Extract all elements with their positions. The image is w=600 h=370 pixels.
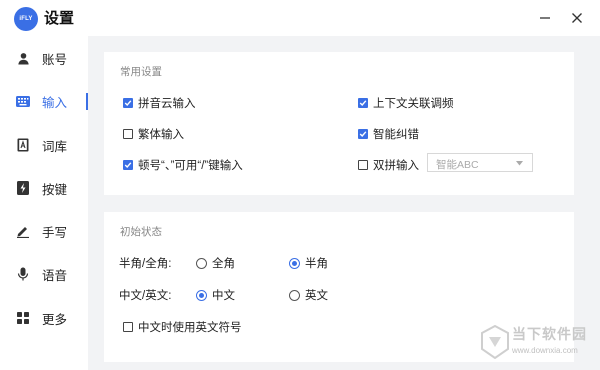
sidebar-item-label: 手写 xyxy=(42,225,68,240)
radio-dot[interactable] xyxy=(196,257,207,269)
checkbox-label: 繁体输入 xyxy=(138,129,184,141)
pen-icon xyxy=(16,224,30,238)
user-icon xyxy=(16,51,30,65)
pinyin-cloud-checkbox[interactable]: 拼音云输入 xyxy=(123,95,196,111)
checkbox-box[interactable] xyxy=(123,160,133,170)
language-mode-label: 中文/英文: xyxy=(119,290,172,302)
checkmark-icon xyxy=(124,100,132,107)
section-title: 常用设置 xyxy=(120,66,162,78)
checkbox-box[interactable] xyxy=(358,98,368,108)
sidebar-item-label: 按键 xyxy=(42,182,68,197)
sidebar-item-label: 词库 xyxy=(42,139,68,154)
radio-dot[interactable] xyxy=(196,289,207,301)
checkbox-label: 中文时使用英文符号 xyxy=(138,322,242,334)
watermark-logo xyxy=(481,325,509,359)
sidebar-item-label: 语音 xyxy=(42,268,68,283)
watermark-url: www.downxia.com xyxy=(512,346,578,355)
sidebar-item-label: 输入 xyxy=(42,95,68,110)
traditional-checkbox[interactable]: 繁体输入 xyxy=(123,126,184,142)
punctuation-checkbox[interactable]: 顿号“、”可用“/”键输入 xyxy=(123,157,243,173)
book-icon xyxy=(16,138,30,152)
chinese-radio[interactable]: 中文 xyxy=(196,287,235,303)
checkbox-box[interactable] xyxy=(123,322,133,332)
checkmark-icon xyxy=(359,131,367,138)
minimize-button[interactable] xyxy=(533,6,557,30)
radio-label: 半角 xyxy=(305,258,328,270)
common-settings-panel: 常用设置 拼音云输入 上下文关联调频 繁体输入 智能纠错 顿号“、”可用“/”键… xyxy=(104,52,574,195)
microphone-icon xyxy=(16,267,30,281)
watermark-brand: 当下软件园 xyxy=(512,326,587,342)
sidebar-item-voice[interactable]: 语音 xyxy=(0,259,88,289)
width-mode-label: 半角/全角: xyxy=(119,258,172,270)
lightning-icon xyxy=(16,181,30,195)
app-logo: iFLY xyxy=(14,7,38,31)
checkbox-label: 智能纠错 xyxy=(373,129,419,141)
settings-window: iFLY 设置 账号 输入 词库 按键 手写 语音 更多 常用设置 拼音云输入 … xyxy=(0,0,600,370)
watermark: 当下软件园 www.downxia.com xyxy=(478,322,600,366)
grid-icon xyxy=(16,311,30,325)
checkbox-label: 上下文关联调频 xyxy=(373,98,454,110)
sidebar-item-keys[interactable]: 按键 xyxy=(0,173,88,203)
radio-label: 中文 xyxy=(212,290,235,302)
sidebar-item-label: 更多 xyxy=(42,312,68,327)
checkbox-box[interactable] xyxy=(123,129,133,139)
sidebar-item-handwriting[interactable]: 手写 xyxy=(0,216,88,246)
radio-label: 英文 xyxy=(305,290,328,302)
double-pinyin-scheme-select[interactable]: 智能ABC xyxy=(427,153,533,172)
section-title: 初始状态 xyxy=(120,226,162,238)
minimize-icon xyxy=(540,17,550,19)
checkbox-label: 顿号“、”可用“/”键输入 xyxy=(138,160,243,172)
radio-label: 全角 xyxy=(212,258,235,270)
radio-dot[interactable] xyxy=(289,289,300,301)
sidebar: 账号 输入 词库 按键 手写 语音 更多 xyxy=(0,36,88,370)
sidebar-item-label: 账号 xyxy=(42,52,68,67)
context-freq-checkbox[interactable]: 上下文关联调频 xyxy=(358,95,454,111)
double-pinyin-checkbox[interactable]: 双拼输入 xyxy=(358,157,419,173)
select-value: 智能ABC xyxy=(436,159,479,171)
sidebar-item-more[interactable]: 更多 xyxy=(0,303,88,333)
sidebar-item-account[interactable]: 账号 xyxy=(0,43,88,73)
checkbox-label: 双拼输入 xyxy=(373,160,419,172)
english-symbols-checkbox[interactable]: 中文时使用英文符号 xyxy=(123,319,242,335)
checkmark-icon xyxy=(359,100,367,107)
half-width-radio[interactable]: 半角 xyxy=(289,255,328,271)
settings-content: 常用设置 拼音云输入 上下文关联调频 繁体输入 智能纠错 顿号“、”可用“/”键… xyxy=(88,36,600,370)
checkbox-box[interactable] xyxy=(358,129,368,139)
smart-correct-checkbox[interactable]: 智能纠错 xyxy=(358,126,419,142)
window-title: 设置 xyxy=(44,10,75,27)
close-button[interactable] xyxy=(565,6,589,30)
sidebar-item-input[interactable]: 输入 xyxy=(0,86,88,116)
chevron-down-icon xyxy=(516,161,523,166)
checkbox-label: 拼音云输入 xyxy=(138,98,196,110)
checkbox-box[interactable] xyxy=(358,160,368,170)
close-icon xyxy=(572,13,582,23)
full-width-radio[interactable]: 全角 xyxy=(196,255,235,271)
checkmark-icon xyxy=(124,162,132,169)
checkbox-box[interactable] xyxy=(123,98,133,108)
english-radio[interactable]: 英文 xyxy=(289,287,328,303)
sidebar-item-lexicon[interactable]: 词库 xyxy=(0,130,88,160)
radio-dot[interactable] xyxy=(289,257,300,269)
keyboard-icon xyxy=(16,94,30,108)
